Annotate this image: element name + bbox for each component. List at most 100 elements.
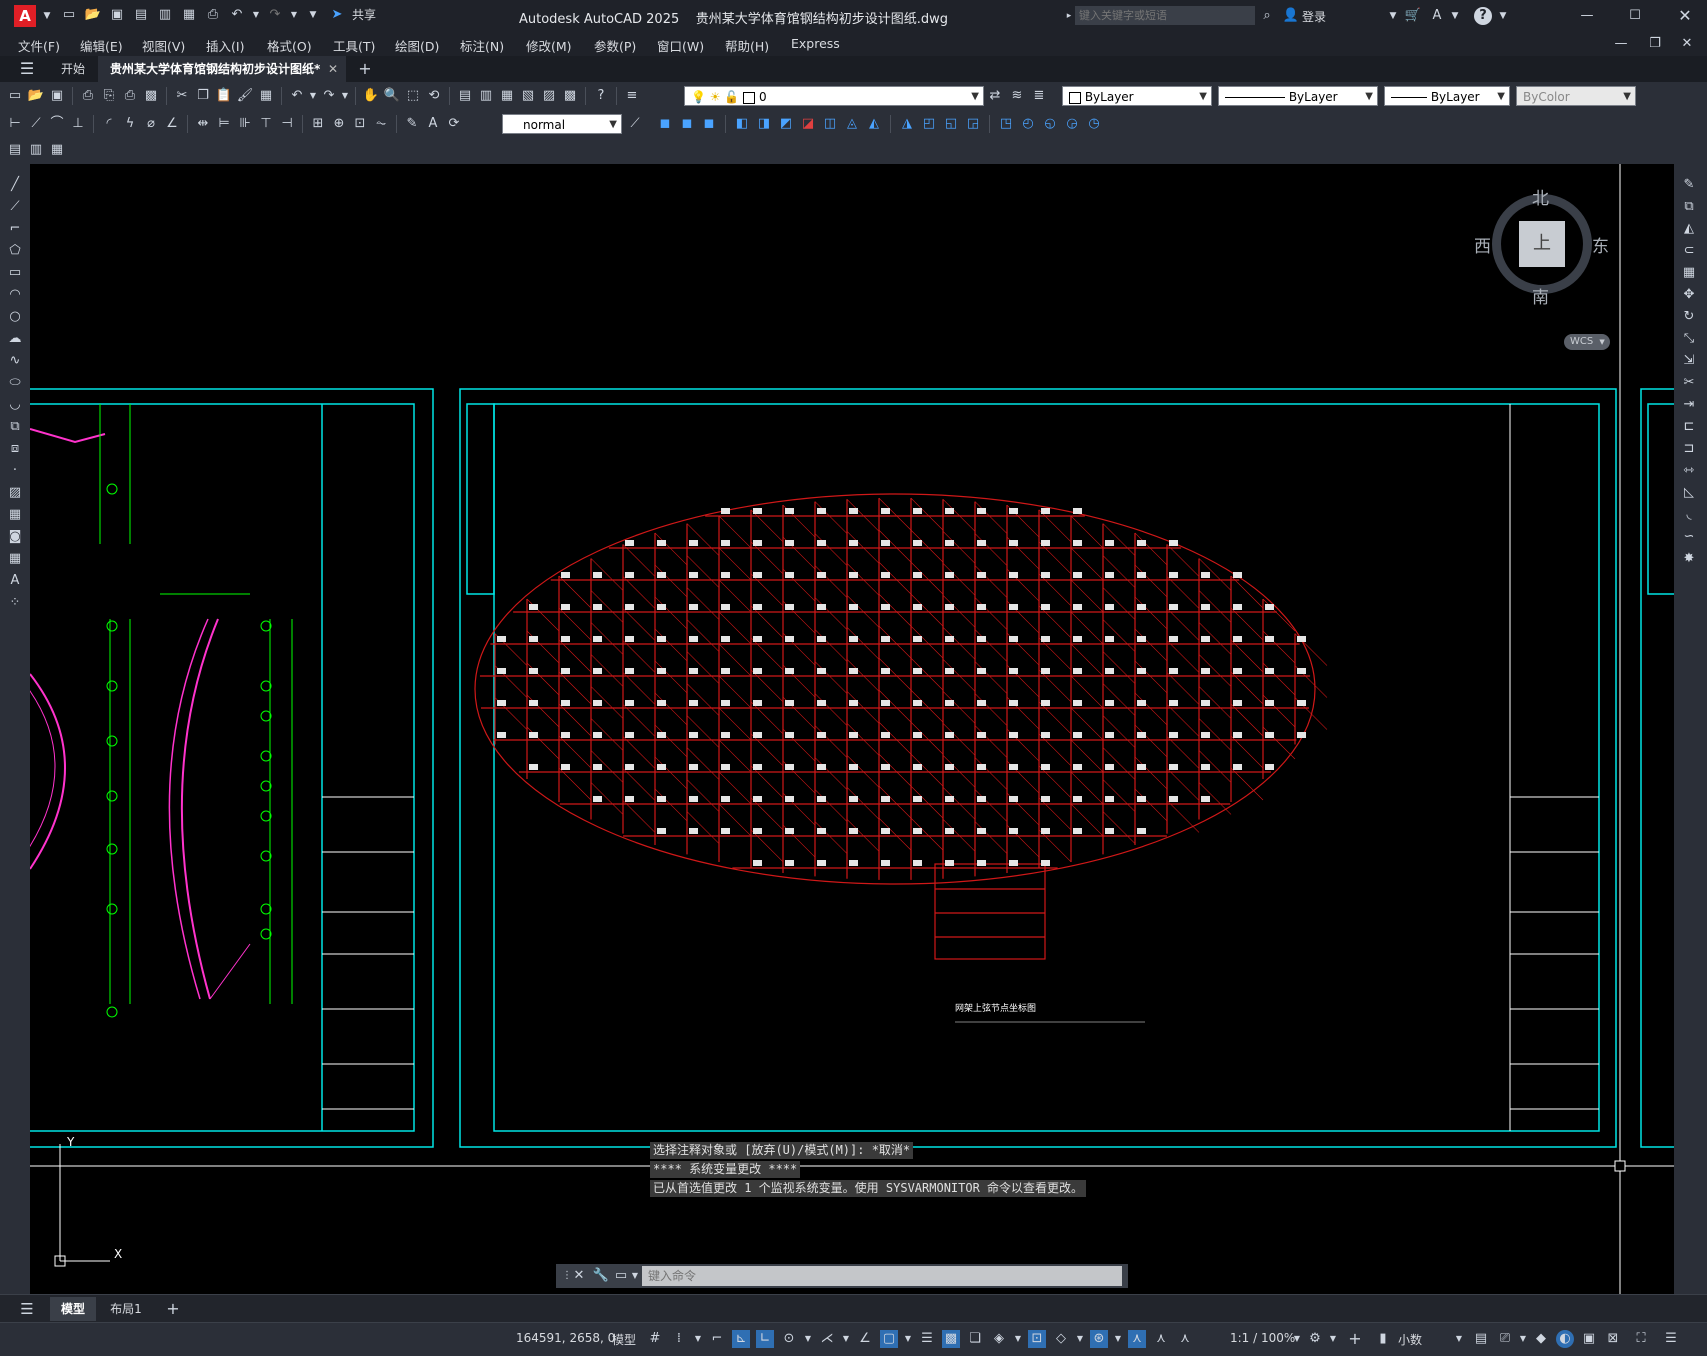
make-block-icon[interactable]: ⧈ bbox=[6, 440, 24, 458]
lock-ui-dropdown-icon[interactable]: ▼ bbox=[1514, 1330, 1532, 1348]
baseline-icon[interactable]: ⊨ bbox=[215, 115, 233, 133]
point-icon[interactable]: · bbox=[6, 462, 24, 480]
compass-south[interactable]: 南 bbox=[1532, 283, 1549, 308]
print-icon[interactable]: ⎙ bbox=[79, 87, 97, 105]
tab-active-drawing[interactable]: 贵州某大学体育馆钢结构初步设计图纸* ✕ bbox=[98, 56, 346, 82]
region-icon[interactable]: ◙ bbox=[6, 528, 24, 546]
save-icon[interactable]: ▣ bbox=[108, 6, 126, 24]
units-dropdown-icon[interactable]: ▼ bbox=[1450, 1330, 1468, 1348]
isodraft-icon[interactable]: ⋌ bbox=[818, 1330, 836, 1348]
object-snap-tracking-icon[interactable]: ∠ bbox=[856, 1330, 874, 1348]
maximize-icon[interactable]: ☐ bbox=[1626, 7, 1644, 25]
make-current-layer-icon[interactable]: ⇄ bbox=[986, 87, 1004, 105]
new-tab-icon[interactable]: + bbox=[356, 60, 374, 78]
plot-icon[interactable]: ⎙ bbox=[204, 6, 222, 24]
wcs-dropdown[interactable]: WCS ▼ bbox=[1564, 334, 1610, 350]
dimstyle-manager-icon[interactable]: ⟋ bbox=[626, 115, 644, 133]
extend-icon[interactable]: ⇥ bbox=[1680, 396, 1698, 414]
polar-dropdown-icon[interactable]: ▼ bbox=[804, 1330, 812, 1348]
ortho-icon[interactable]: ∟ bbox=[756, 1330, 774, 1348]
insert-block-icon[interactable]: ⧉ bbox=[6, 418, 24, 436]
layout-menu-icon[interactable]: ☰ bbox=[18, 1300, 36, 1318]
redo-list-icon[interactable]: ▼ bbox=[341, 87, 349, 105]
3d-mirror-icon[interactable]: ◷ bbox=[1085, 115, 1103, 133]
tab-start[interactable]: 开始 bbox=[50, 56, 96, 82]
command-close-icon[interactable]: ✕ bbox=[570, 1267, 588, 1285]
viewcube[interactable]: 上 北 南 西 东 bbox=[1474, 184, 1609, 308]
quick-properties-icon[interactable]: ▤ bbox=[1472, 1330, 1490, 1348]
sheet-publish-icon[interactable]: ▥ bbox=[27, 141, 45, 159]
mirror-icon[interactable]: ◭ bbox=[1680, 220, 1698, 238]
menu-parametric[interactable]: 参数(P) bbox=[594, 36, 636, 55]
menu-modify[interactable]: 修改(M) bbox=[526, 36, 572, 55]
help-dropdown-icon[interactable]: ▼ bbox=[1494, 7, 1512, 25]
center-mark-icon[interactable]: ⊕ bbox=[330, 115, 348, 133]
ordinate-icon[interactable]: ⊥ bbox=[69, 115, 87, 133]
mtext-icon[interactable]: A bbox=[6, 572, 24, 590]
publish-icon[interactable]: ⎙ bbox=[121, 87, 139, 105]
coordinates-readout[interactable]: 164591, 2658, 0 bbox=[516, 1331, 615, 1345]
aligned-dim-icon[interactable]: ⟋ bbox=[27, 115, 45, 133]
continue-icon[interactable]: ⊪ bbox=[236, 115, 254, 133]
chamfer-icon[interactable]: ◺ bbox=[1680, 484, 1698, 502]
construction-line-icon[interactable]: ⟋ bbox=[6, 198, 24, 216]
hatch-icon[interactable]: ▨ bbox=[6, 484, 24, 502]
add-layout-icon[interactable]: + bbox=[164, 1300, 182, 1318]
lock-ui-icon[interactable]: ⎚ bbox=[1496, 1330, 1514, 1348]
radius-icon[interactable]: ◜ bbox=[100, 115, 118, 133]
rectangle-icon[interactable]: ▭ bbox=[6, 264, 24, 282]
menu-dimension[interactable]: 标注(N) bbox=[460, 36, 504, 55]
menu-format[interactable]: 格式(O) bbox=[267, 36, 312, 55]
3d-print-icon[interactable]: ▩ bbox=[142, 87, 160, 105]
properties-icon[interactable]: ▤ bbox=[456, 87, 474, 105]
plotstyle-dropdown[interactable]: ByColor ▼ bbox=[1516, 86, 1636, 106]
doc-minimize-icon[interactable]: — bbox=[1612, 35, 1630, 53]
linear-dim-icon[interactable]: ⊢ bbox=[6, 115, 24, 133]
table-icon[interactable]: ▦ bbox=[6, 550, 24, 568]
fillet-icon[interactable]: ◟ bbox=[1680, 506, 1698, 524]
undo-list-icon[interactable]: ▼ bbox=[309, 87, 317, 105]
tab-close-icon[interactable]: ✕ bbox=[328, 56, 338, 82]
share-label[interactable]: 共享 bbox=[352, 6, 376, 24]
arc-length-icon[interactable]: ⌒ bbox=[48, 115, 66, 133]
jogged-icon[interactable]: ϟ bbox=[121, 115, 139, 133]
customization-icon[interactable]: ⊠ bbox=[1604, 1330, 1622, 1348]
trim-icon[interactable]: ✂ bbox=[1680, 374, 1698, 392]
osnap-dropdown-icon[interactable]: ▼ bbox=[904, 1330, 912, 1348]
drawing-canvas[interactable]: 网架上弦节点坐标图 Y X 上 北 南 西 东 WCS ▼ 选择注释对象或 [放… bbox=[30, 164, 1674, 1294]
linetype-dropdown[interactable]: ByLayer ▼ bbox=[1218, 86, 1378, 106]
modeling-cone-icon[interactable]: ◼ bbox=[700, 115, 718, 133]
dim-space-icon[interactable]: ⊤ bbox=[257, 115, 275, 133]
layer-states-icon[interactable]: ≣ bbox=[1030, 87, 1048, 105]
tab-layout1[interactable]: 布局1 bbox=[100, 1297, 152, 1321]
login-dropdown-icon[interactable]: ▼ bbox=[1384, 7, 1402, 25]
app-menu-chevron-icon[interactable]: ▼ bbox=[38, 7, 56, 25]
dim-update-icon[interactable]: ⟳ bbox=[445, 115, 463, 133]
add-selected-icon[interactable]: ⁘ bbox=[6, 594, 24, 612]
infer-constraints-icon[interactable]: ⌐ bbox=[708, 1330, 726, 1348]
clean-screen-icon[interactable]: ▣ bbox=[1580, 1330, 1598, 1348]
compass-north[interactable]: 北 bbox=[1532, 184, 1549, 209]
annotation-scale-value[interactable]: 1:1 / 100% bbox=[1230, 1331, 1295, 1345]
tolerance-icon[interactable]: ⊞ bbox=[309, 115, 327, 133]
annotation-monitor-icon[interactable]: + bbox=[1346, 1330, 1364, 1348]
inspection-icon[interactable]: ⊡ bbox=[351, 115, 369, 133]
jogged-linear-icon[interactable]: ⏦ bbox=[372, 115, 390, 133]
polar-icon[interactable]: ⊙ bbox=[780, 1330, 798, 1348]
compass-west[interactable]: 西 bbox=[1474, 232, 1491, 257]
dimstyle-dropdown[interactable]: normal ▼ bbox=[502, 114, 622, 134]
scale-icon[interactable]: ⤡ bbox=[1680, 330, 1698, 348]
paste-icon[interactable]: 📋 bbox=[215, 87, 233, 105]
selection-filter-dropdown-icon[interactable]: ▼ bbox=[1076, 1330, 1084, 1348]
block-editor-icon[interactable]: ▦ bbox=[257, 87, 275, 105]
grid-icon[interactable]: # bbox=[646, 1330, 664, 1348]
dim-edit-icon[interactable]: ✎ bbox=[403, 115, 421, 133]
line-icon[interactable]: ╱ bbox=[6, 176, 24, 194]
union-icon[interactable]: ◬ bbox=[843, 115, 861, 133]
account-dropdown-icon[interactable]: ▼ bbox=[1446, 7, 1464, 25]
doc-restore-icon[interactable]: ❐ bbox=[1646, 35, 1664, 53]
selection-filter-icon[interactable]: ◇ bbox=[1052, 1330, 1070, 1348]
diameter-icon[interactable]: ⌀ bbox=[142, 115, 160, 133]
open-web-icon[interactable]: ▥ bbox=[156, 6, 174, 24]
menu-edit[interactable]: 编辑(E) bbox=[80, 36, 123, 55]
